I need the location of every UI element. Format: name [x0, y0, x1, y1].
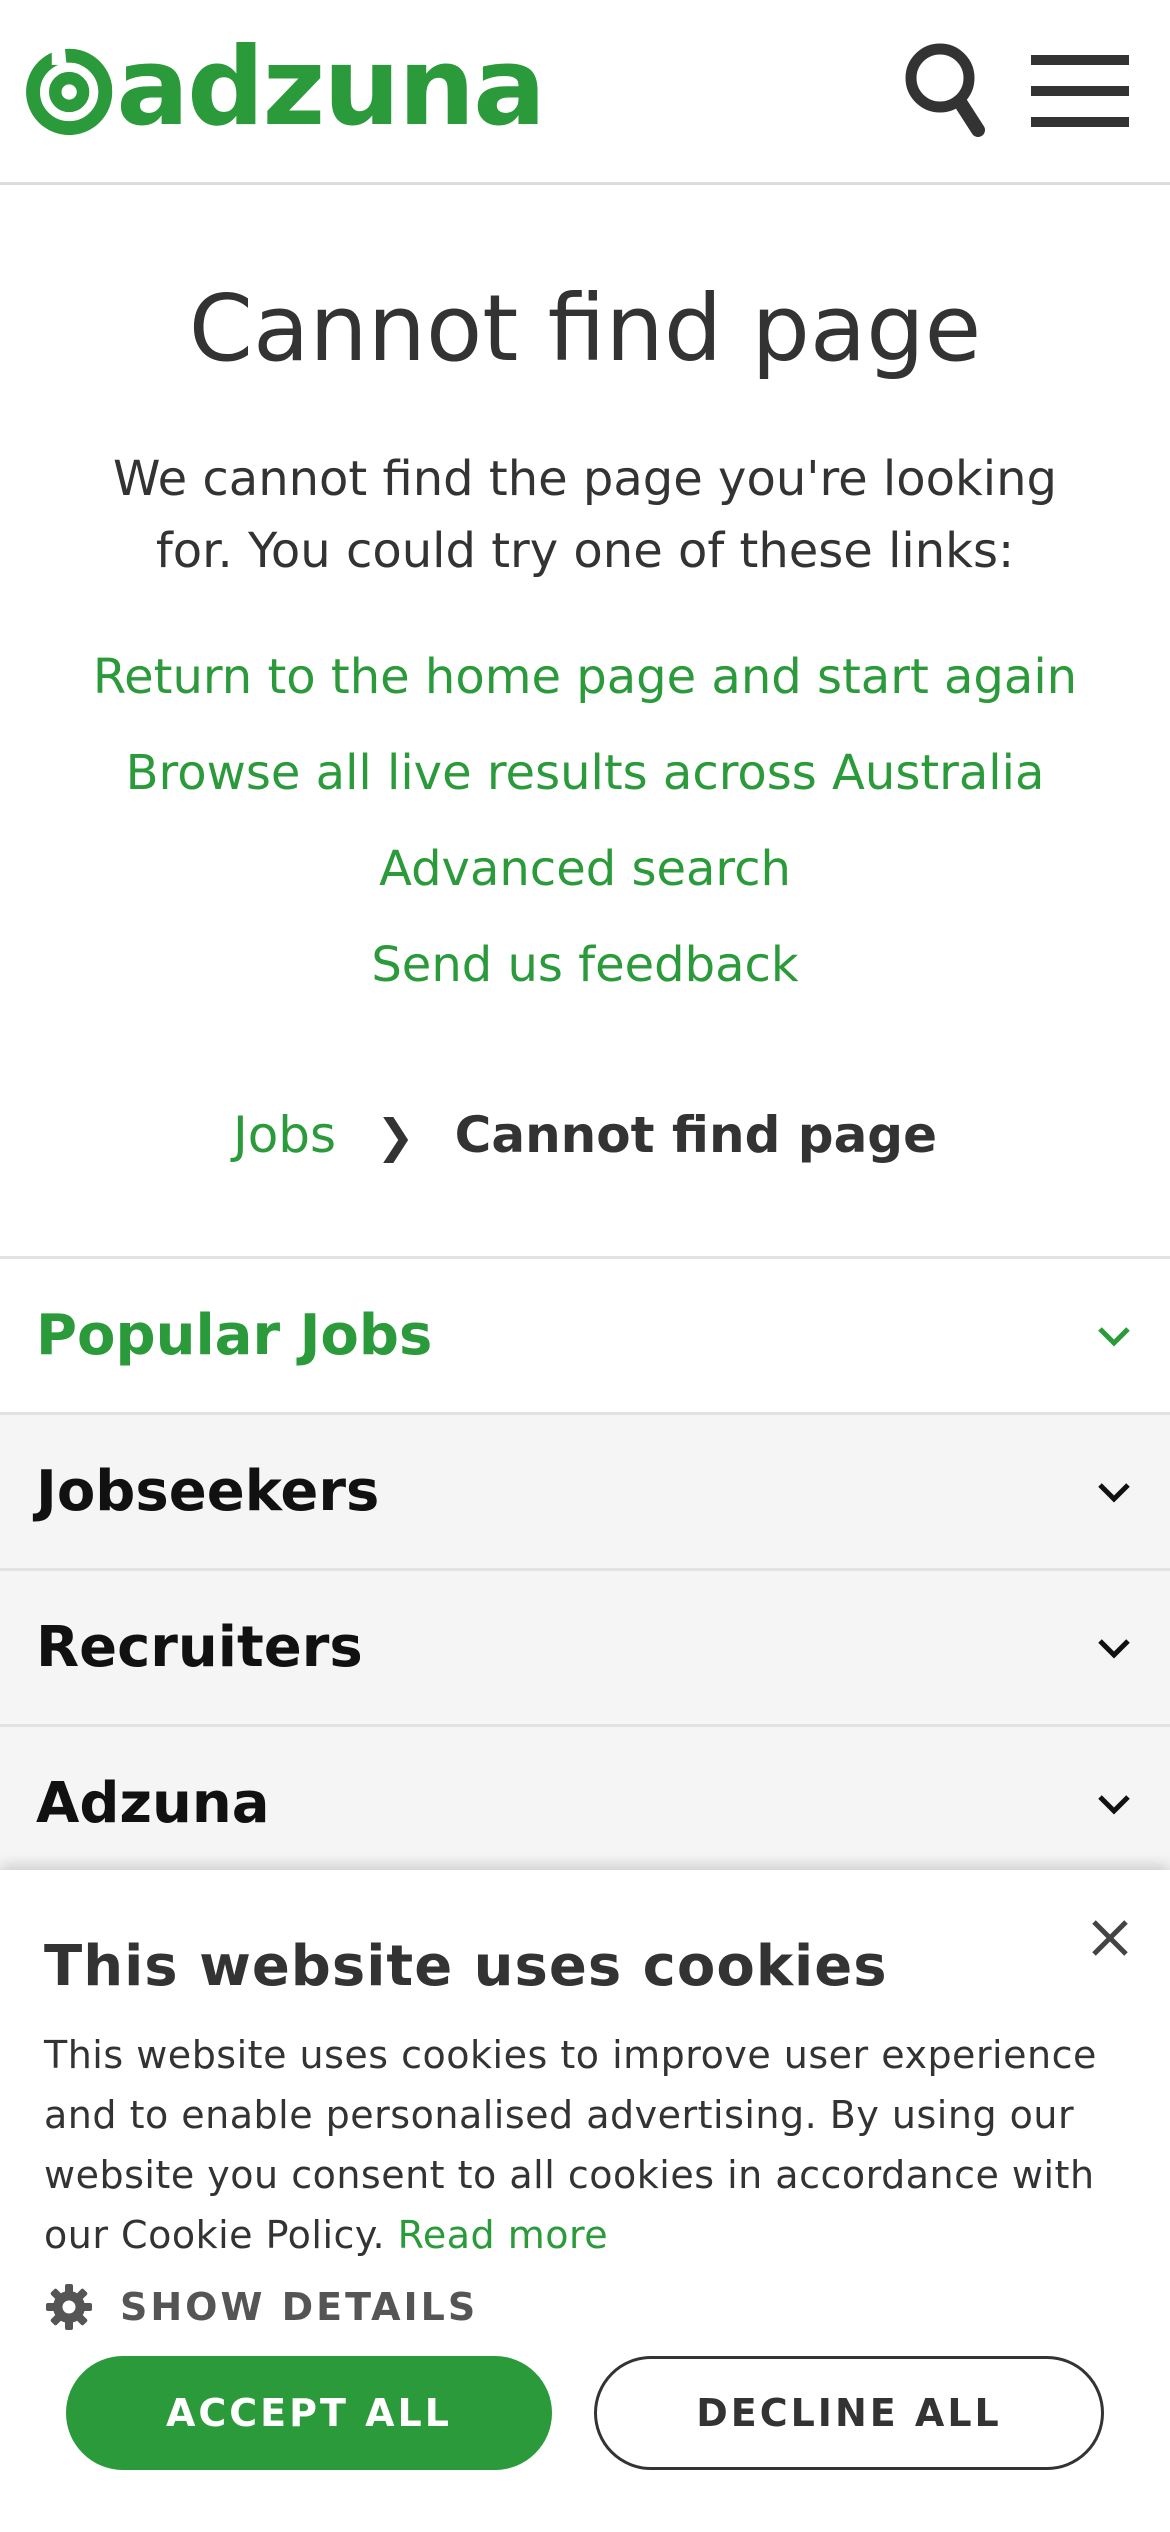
site-header: adzuna	[0, 0, 1170, 185]
accordion-adzuna[interactable]: Adzuna	[0, 1724, 1170, 1880]
accordion-label: Popular Jobs	[36, 1303, 433, 1368]
close-icon[interactable]	[1082, 1910, 1138, 1966]
show-details-label: SHOW DETAILS	[120, 2285, 479, 2329]
accordion-label: Adzuna	[36, 1771, 270, 1836]
footer-accordion: Popular Jobs Jobseekers Recruiters Adzun…	[0, 1256, 1170, 1880]
accordion-recruiters[interactable]: Recruiters	[0, 1568, 1170, 1724]
chevron-down-icon	[1094, 1628, 1134, 1668]
home-page-link[interactable]: Return to the home page and start again	[0, 629, 1170, 725]
gear-icon	[44, 2282, 94, 2332]
search-icon[interactable]	[894, 34, 994, 144]
accordion-popular-jobs[interactable]: Popular Jobs	[0, 1256, 1170, 1412]
intro-text: We cannot find the page you're looking f…	[112, 451, 1058, 579]
cookie-text: This website uses cookies to improve use…	[44, 2025, 1134, 2265]
adzuna-logo[interactable]: adzuna	[24, 22, 546, 162]
decline-all-button[interactable]: DECLINE ALL	[594, 2356, 1104, 2470]
show-details-toggle[interactable]: SHOW DETAILS	[44, 2282, 478, 2332]
page-title: Cannot find page	[188, 275, 982, 382]
breadcrumb-separator-icon: ❯	[376, 1109, 415, 1163]
cookie-banner: This website uses cookies This website u…	[0, 1870, 1170, 2532]
logo-text: adzuna	[116, 25, 546, 150]
advanced-search-link[interactable]: Advanced search	[0, 821, 1170, 917]
chevron-down-icon	[1094, 1472, 1134, 1512]
breadcrumb-jobs-link[interactable]: Jobs	[233, 1106, 336, 1164]
accept-all-button[interactable]: ACCEPT ALL	[66, 2356, 552, 2470]
suggested-links: Return to the home page and start again …	[0, 629, 1170, 1013]
accordion-label: Recruiters	[36, 1615, 363, 1680]
chevron-down-icon	[1094, 1316, 1134, 1356]
breadcrumb-current: Cannot find page	[454, 1106, 938, 1164]
feedback-link[interactable]: Send us feedback	[0, 917, 1170, 1013]
breadcrumb: Jobs ❯ Cannot find page	[0, 1105, 1170, 1166]
chevron-down-icon	[1094, 1784, 1134, 1824]
accordion-label: Jobseekers	[36, 1459, 380, 1524]
accordion-jobseekers[interactable]: Jobseekers	[0, 1412, 1170, 1568]
browse-results-link[interactable]: Browse all live results across Australia	[0, 725, 1170, 821]
hamburger-menu-icon[interactable]	[1030, 50, 1130, 132]
cookie-title: This website uses cookies	[44, 1934, 888, 1999]
read-more-link[interactable]: Read more	[398, 2213, 609, 2257]
adzuna-swirl-logo-icon	[26, 46, 113, 136]
